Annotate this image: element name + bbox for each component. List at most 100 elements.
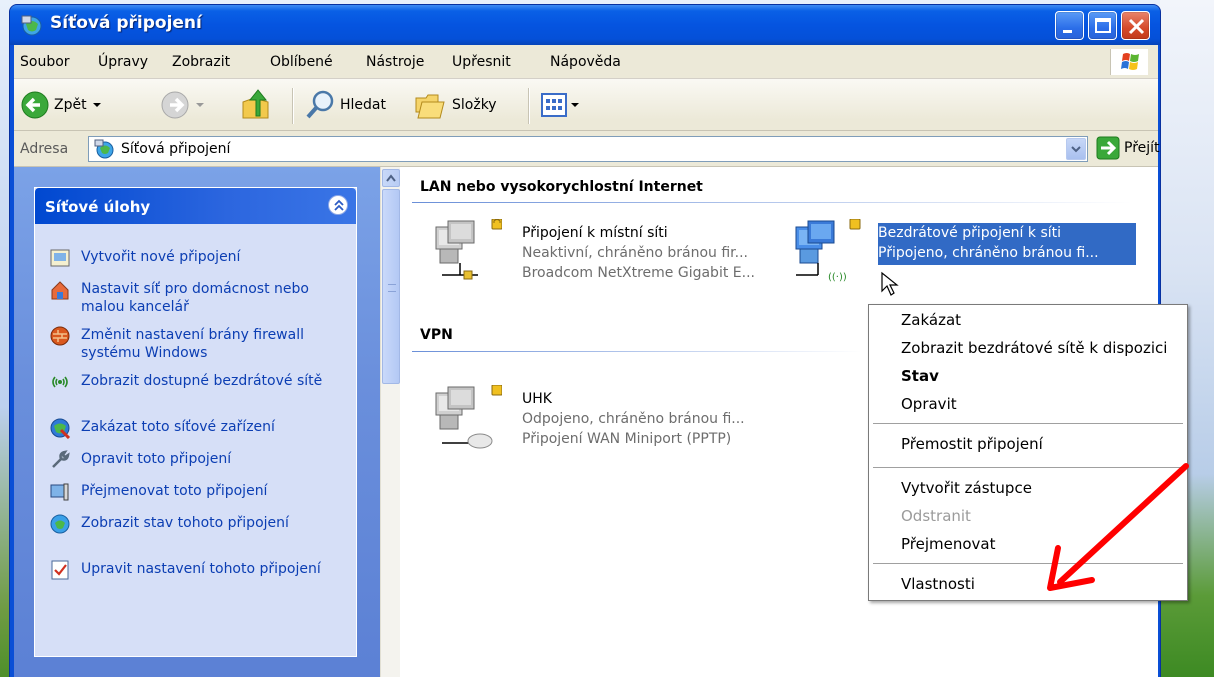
search-icon [306,90,334,119]
network-tasks-panel: Síťové úlohy Vytvořit nové připojení Nas… [34,187,357,657]
up-folder-icon [242,89,269,119]
address-label: Adresa [20,141,69,157]
chevron-up-icon [386,174,396,182]
task-label: Upravit nastavení tohoto připojení [81,561,321,577]
menu-nastroje[interactable]: Nástroje [366,54,424,70]
scroll-up-button[interactable] [382,169,400,187]
menu-item-delete: Odstranit [901,507,971,525]
menu-item-zakazat[interactable]: Zakázat [901,311,961,329]
lan-connection-status: Neaktivní, chráněno bránou fir... [522,245,749,261]
up-folder-button[interactable] [240,79,272,131]
maximize-icon [1095,18,1111,33]
menu-item-stav[interactable]: Stav [901,367,939,385]
task-label: Opravit toto připojení [81,451,232,467]
menu-zobrazit[interactable]: Zobrazit [172,54,230,70]
task-label: Přejmenovat toto připojení [81,483,268,499]
address-input[interactable]: Síťová připojení [88,136,1088,162]
menu-soubor[interactable]: Soubor [20,54,70,70]
task-label: Vytvořit nové připojení [81,249,241,265]
maximize-button[interactable] [1088,11,1117,40]
menu-item-create-shortcut[interactable]: Vytvořit zástupce [901,479,1032,497]
menu-item-bridge[interactable]: Přemostit připojení [901,435,1043,453]
views-icon [541,93,567,117]
task-edit-settings[interactable]: Upravit nastavení tohoto připojení [49,560,336,581]
lan-connection-icon[interactable] [432,219,502,289]
rename-icon [50,483,69,501]
menu-item-opravit[interactable]: Opravit [901,395,957,413]
task-label: Zakázat toto síťové zařízení [81,419,275,435]
address-dropdown-button[interactable] [1066,138,1086,160]
menu-item-view-wireless[interactable]: Zobrazit bezdrátové sítě k dispozici [901,339,1167,357]
windows-flag-icon [1121,53,1139,70]
task-rename-connection[interactable]: Přejmenovat toto připojení [49,482,336,503]
task-create-connection[interactable]: Vytvořit nové připojení [49,248,336,269]
vertical-scrollbar[interactable] [380,167,400,677]
svg-text:((·)): ((·)) [828,272,847,283]
close-icon [1128,18,1145,35]
toolbar: Zpět Hledat Složky [14,79,1158,131]
menu-separator [873,423,1183,424]
chevron-down-icon [92,103,101,107]
search-label: Hledat [340,97,386,113]
context-menu: Zakázat Zobrazit bezdrátové sítě k dispo… [868,304,1188,601]
disable-device-icon [50,418,71,439]
task-label: Nastavit síť pro domácnost nebo malou ka… [81,281,309,315]
network-tasks-header[interactable]: Síťové úlohy [35,188,356,224]
menu-upresnit[interactable]: Upřesnit [452,54,511,70]
folders-button[interactable]: Složky [414,79,497,131]
chevron-up-double-icon [334,199,344,211]
task-view-status[interactable]: Zobrazit stav tohoto připojení [49,514,336,535]
menu-item-rename[interactable]: Přejmenovat [901,535,996,553]
folders-icon [415,94,445,119]
task-disable-device[interactable]: Zakázat toto síťové zařízení [49,418,336,439]
toolbar-separator [528,88,529,124]
minimize-icon [1063,30,1072,33]
address-bar: Adresa Síťová připojení Přejít [14,131,1160,167]
vpn-connection-icon[interactable] [432,385,502,455]
properties-icon [51,560,69,580]
wireless-icon [52,376,68,388]
back-arrow-icon [21,91,49,119]
close-button[interactable] [1121,11,1150,40]
task-firewall-settings[interactable]: Změnit nastavení brány firewall systému … [49,326,336,362]
status-icon [50,514,70,534]
group-title-lan: LAN nebo vysokorychlostní Internet [420,179,703,195]
lan-connection-device: Broadcom NetXtreme Gigabit E... [522,265,755,281]
toolbar-separator [292,88,293,124]
menu-oblibene[interactable]: Oblíbené [270,54,333,70]
collapse-button[interactable] [328,195,348,215]
wrench-icon [52,450,70,468]
chevron-down-icon [571,103,579,107]
go-arrow-icon [1096,136,1120,160]
title-bar[interactable]: Síťová připojení [10,5,1160,45]
menu-bar: Soubor Úpravy Zobrazit Oblíbené Nástroje… [14,45,1158,79]
mouse-cursor-icon [881,271,899,296]
forward-button[interactable] [160,79,208,131]
task-wireless-networks[interactable]: Zobrazit dostupné bezdrátové sítě [49,372,336,393]
group-divider [412,202,1132,203]
chevron-down-icon [196,103,204,107]
menu-item-properties[interactable]: Vlastnosti [901,575,975,593]
scroll-thumb[interactable] [382,189,400,384]
views-button[interactable] [540,79,582,131]
home-network-icon [51,281,69,300]
go-label: Přejít [1124,140,1160,156]
lan-connection-name[interactable]: Připojení k místní síti [522,225,668,241]
task-home-network[interactable]: Nastavit síť pro domácnost nebo malou ka… [49,280,336,316]
task-pane: Síťové úlohy Vytvořit nové připojení Nas… [14,167,380,677]
network-tasks-title: Síťové úlohy [45,198,151,216]
task-label: Změnit nastavení brány firewall systému … [81,327,304,361]
wireless-connection-name[interactable]: Bezdrátové připojení k síti [878,225,1062,241]
search-button[interactable]: Hledat [304,79,386,131]
go-button[interactable]: Přejít [1096,136,1160,160]
window-title: Síťová připojení [50,13,202,33]
wireless-connection-status: Připojeno, chráněno bránou fi... [878,245,1099,261]
menu-upravy[interactable]: Úpravy [98,54,148,70]
minimize-button[interactable] [1055,11,1084,40]
group-divider [412,351,862,352]
wireless-connection-icon[interactable]: ((·)) [792,219,862,289]
task-repair-connection[interactable]: Opravit toto připojení [49,450,336,471]
menu-napoveda[interactable]: Nápověda [550,54,621,70]
back-button[interactable]: Zpět [20,79,105,131]
vpn-connection-name[interactable]: UHK [522,391,552,407]
